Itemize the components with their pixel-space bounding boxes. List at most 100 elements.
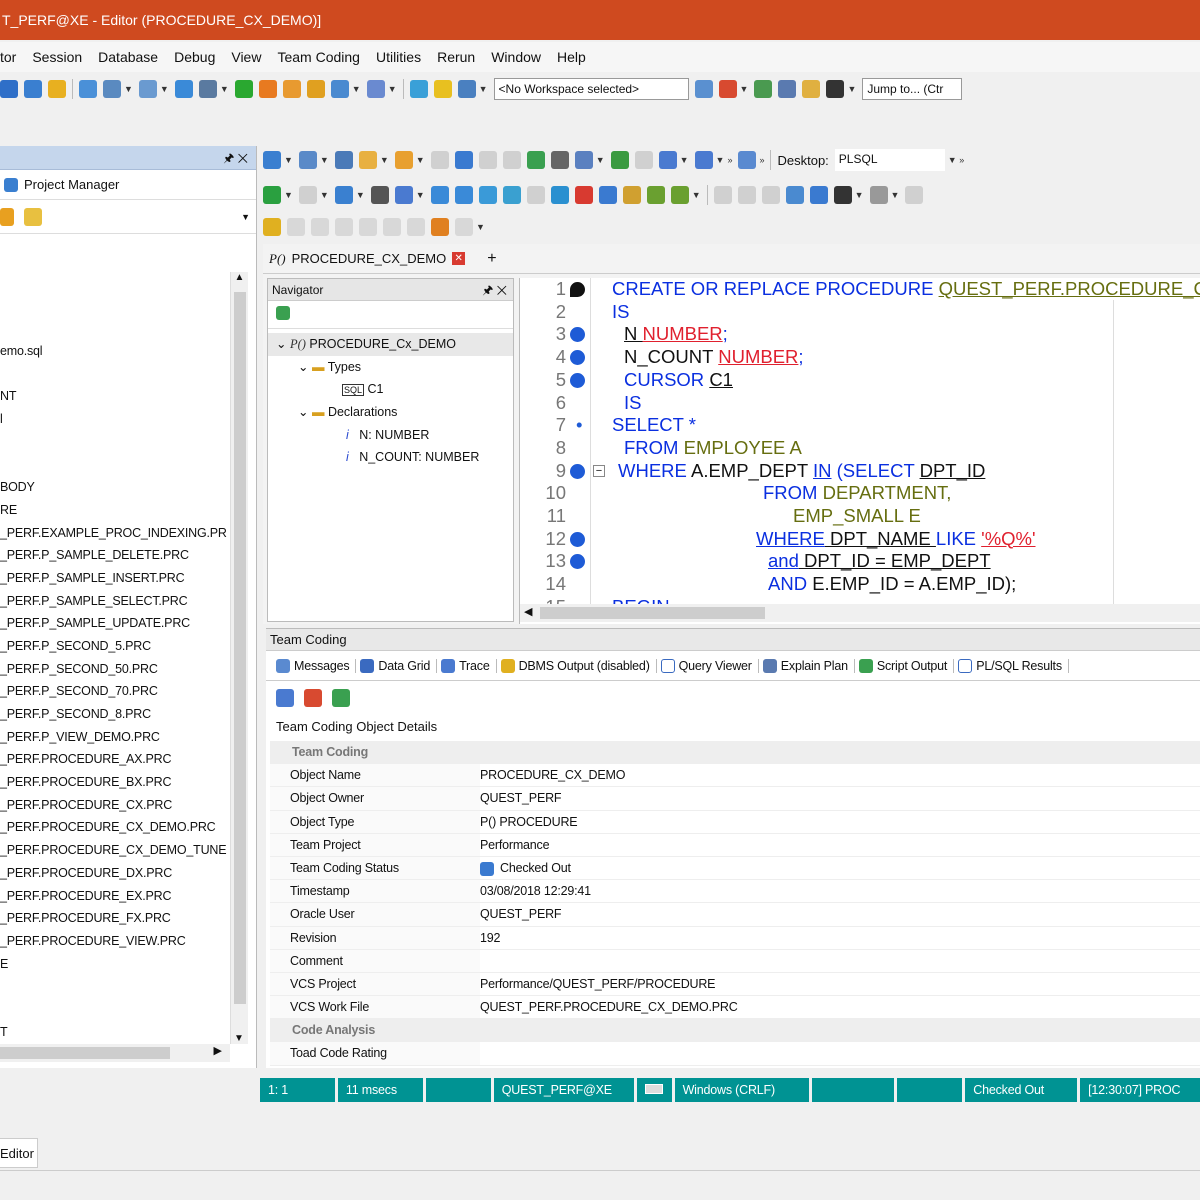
watch-icon[interactable] bbox=[598, 186, 617, 204]
window-icon[interactable] bbox=[658, 151, 677, 169]
list-item[interactable]: _PERF.PROCEDURE_AX.PRC bbox=[0, 748, 230, 771]
hscroll-thumb[interactable] bbox=[0, 1047, 170, 1059]
open-icon[interactable] bbox=[358, 151, 377, 169]
tab-explain-plan[interactable]: Explain Plan bbox=[762, 658, 855, 673]
list-item[interactable]: _PERF.PROCEDURE_CX_DEMO.PRC bbox=[0, 816, 230, 839]
format-icon[interactable] bbox=[574, 151, 593, 169]
layout-icon[interactable] bbox=[738, 151, 757, 169]
tab-messages[interactable]: Messages bbox=[276, 658, 357, 673]
tab-plsql-results[interactable]: PL/SQL Results bbox=[958, 658, 1069, 673]
compare-icon[interactable] bbox=[138, 80, 157, 98]
new-tab-icon[interactable]: + bbox=[487, 250, 496, 268]
list-item[interactable]: _PERF.P_VIEW_DEMO.PRC bbox=[0, 726, 230, 749]
info-icon[interactable] bbox=[570, 554, 585, 570]
list-item[interactable]: E bbox=[0, 953, 230, 976]
disconnect-icon[interactable] bbox=[718, 80, 737, 98]
status-connection[interactable]: QUEST_PERF@XE bbox=[493, 1078, 634, 1102]
cycle-icon[interactable] bbox=[610, 151, 629, 169]
project-toolbar-dropdown[interactable]: ▼ bbox=[241, 212, 250, 222]
menu-utilities[interactable]: Utilities bbox=[368, 49, 429, 65]
list-item[interactable]: _PERF.PROCEDURE_VIEW.PRC bbox=[0, 930, 230, 953]
tree-root[interactable]: ⌄ P() PROCEDURE_Cx_DEMO bbox=[268, 333, 513, 356]
unlock-icon[interactable] bbox=[282, 80, 301, 98]
info-icon[interactable] bbox=[570, 372, 585, 388]
list-item[interactable]: _PERF.P_SECOND_70.PRC bbox=[0, 680, 230, 703]
list-item[interactable]: BODY bbox=[0, 476, 230, 499]
window2-icon[interactable] bbox=[694, 151, 713, 169]
uncomment-icon[interactable] bbox=[809, 186, 828, 204]
list-item[interactable]: _PERF.PROCEDURE_BX.PRC bbox=[0, 771, 230, 794]
profiler-icon[interactable] bbox=[646, 186, 665, 204]
menu-database[interactable]: Database bbox=[90, 49, 166, 65]
team-icon[interactable] bbox=[330, 80, 349, 98]
list-item[interactable]: _PERF.P_SAMPLE_INSERT.PRC bbox=[0, 567, 230, 590]
refresh-icon[interactable] bbox=[332, 689, 350, 707]
globe-icon[interactable] bbox=[409, 80, 428, 98]
code-editor[interactable]: 1 CREATE OR REPLACE PROCEDURE QUEST_PERF.… bbox=[519, 278, 1200, 624]
hscroll-thumb[interactable] bbox=[540, 607, 765, 619]
tab-dbms-output[interactable]: DBMS Output (disabled) bbox=[500, 658, 657, 673]
scroll-right-icon[interactable]: ▶ bbox=[214, 1044, 222, 1057]
menu-rerun[interactable]: Rerun bbox=[429, 49, 483, 65]
collapse-icon[interactable]: − bbox=[593, 464, 605, 477]
category-team-coding[interactable]: Team Coding bbox=[270, 741, 1200, 765]
connect-icon[interactable] bbox=[694, 80, 713, 98]
list-item[interactable]: _PERF.P_SAMPLE_DELETE.PRC bbox=[0, 544, 230, 567]
info-icon[interactable] bbox=[570, 350, 585, 366]
scroll-left-icon[interactable]: ◀ bbox=[524, 605, 532, 618]
scroll-down-icon[interactable]: ▼ bbox=[234, 1033, 244, 1044]
question-icon[interactable] bbox=[306, 80, 325, 98]
list-icon[interactable] bbox=[370, 186, 389, 204]
close-tab-icon[interactable]: ✕ bbox=[452, 252, 466, 265]
step-over-icon[interactable] bbox=[454, 186, 473, 204]
new-file-icon[interactable] bbox=[298, 151, 317, 169]
tab-trace[interactable]: Trace bbox=[441, 658, 497, 673]
jump-to-input[interactable]: Jump to... (Ctr bbox=[862, 78, 963, 100]
category-code-analysis[interactable]: Code Analysis bbox=[270, 1019, 1200, 1043]
graduation-icon[interactable] bbox=[826, 80, 845, 98]
list-item[interactable]: _PERF.PROCEDURE_CX.PRC bbox=[0, 794, 230, 817]
tree-node-declarations[interactable]: ⌄ ▬ Declarations bbox=[268, 401, 513, 424]
list-item[interactable]: _PERF.PROCEDURE_CX_DEMO_TUNE bbox=[0, 839, 230, 862]
binoculars-icon[interactable] bbox=[833, 186, 852, 204]
code-hscrollbar[interactable]: ◀ bbox=[520, 604, 1200, 622]
status-line-endings[interactable]: Windows (CRLF) bbox=[674, 1078, 810, 1102]
list-item[interactable]: NT bbox=[0, 385, 230, 408]
info-icon[interactable] bbox=[570, 327, 585, 343]
tab-query-viewer[interactable]: Query Viewer bbox=[660, 658, 759, 673]
step-icon[interactable] bbox=[334, 186, 353, 204]
workspace-select[interactable]: <No Workspace selected> bbox=[493, 78, 689, 100]
menu-help[interactable]: Help bbox=[549, 49, 594, 65]
navigator-controls[interactable]: 🖈 ✕ bbox=[482, 279, 507, 301]
schema-browser-icon[interactable] bbox=[0, 80, 18, 98]
print-icon[interactable] bbox=[550, 151, 569, 169]
tc-status-icon[interactable] bbox=[431, 218, 449, 236]
refresh-icon[interactable] bbox=[276, 306, 290, 320]
panel-controls[interactable]: 🖈 ✕ bbox=[223, 146, 248, 170]
tab-data-grid[interactable]: Data Grid bbox=[360, 658, 438, 673]
menu-editor[interactable]: tor bbox=[0, 49, 24, 65]
add-icon[interactable] bbox=[0, 207, 14, 226]
breakpoint-icon[interactable] bbox=[574, 186, 593, 204]
editor-icon[interactable] bbox=[24, 80, 42, 98]
list-item[interactable]: _PERF.EXAMPLE_PROC_INDEXING.PR bbox=[0, 522, 230, 545]
tc-compare-icon[interactable] bbox=[304, 689, 322, 707]
team-coding-icon[interactable] bbox=[263, 218, 281, 236]
replace-icon[interactable] bbox=[869, 186, 888, 204]
evaluate-icon[interactable] bbox=[622, 186, 641, 204]
profiler2-icon[interactable] bbox=[670, 186, 689, 204]
debug-icon[interactable] bbox=[394, 186, 413, 204]
scroll-thumb[interactable] bbox=[234, 292, 246, 1004]
list-item[interactable]: emo.sql bbox=[0, 340, 230, 363]
sql-icon[interactable] bbox=[79, 80, 97, 98]
step-out-icon[interactable] bbox=[478, 186, 497, 204]
pen-icon[interactable] bbox=[778, 80, 797, 98]
folder-search-icon[interactable] bbox=[24, 207, 42, 226]
menu-view[interactable]: View bbox=[223, 49, 269, 65]
run-to-icon[interactable] bbox=[502, 186, 521, 204]
cursor-icon[interactable] bbox=[550, 186, 569, 204]
lightning-icon[interactable] bbox=[48, 80, 66, 98]
project-hscrollbar[interactable]: ▶ bbox=[0, 1044, 230, 1062]
run-icon[interactable] bbox=[234, 80, 253, 98]
tree-node-c1[interactable]: SQL C1 bbox=[268, 378, 513, 401]
